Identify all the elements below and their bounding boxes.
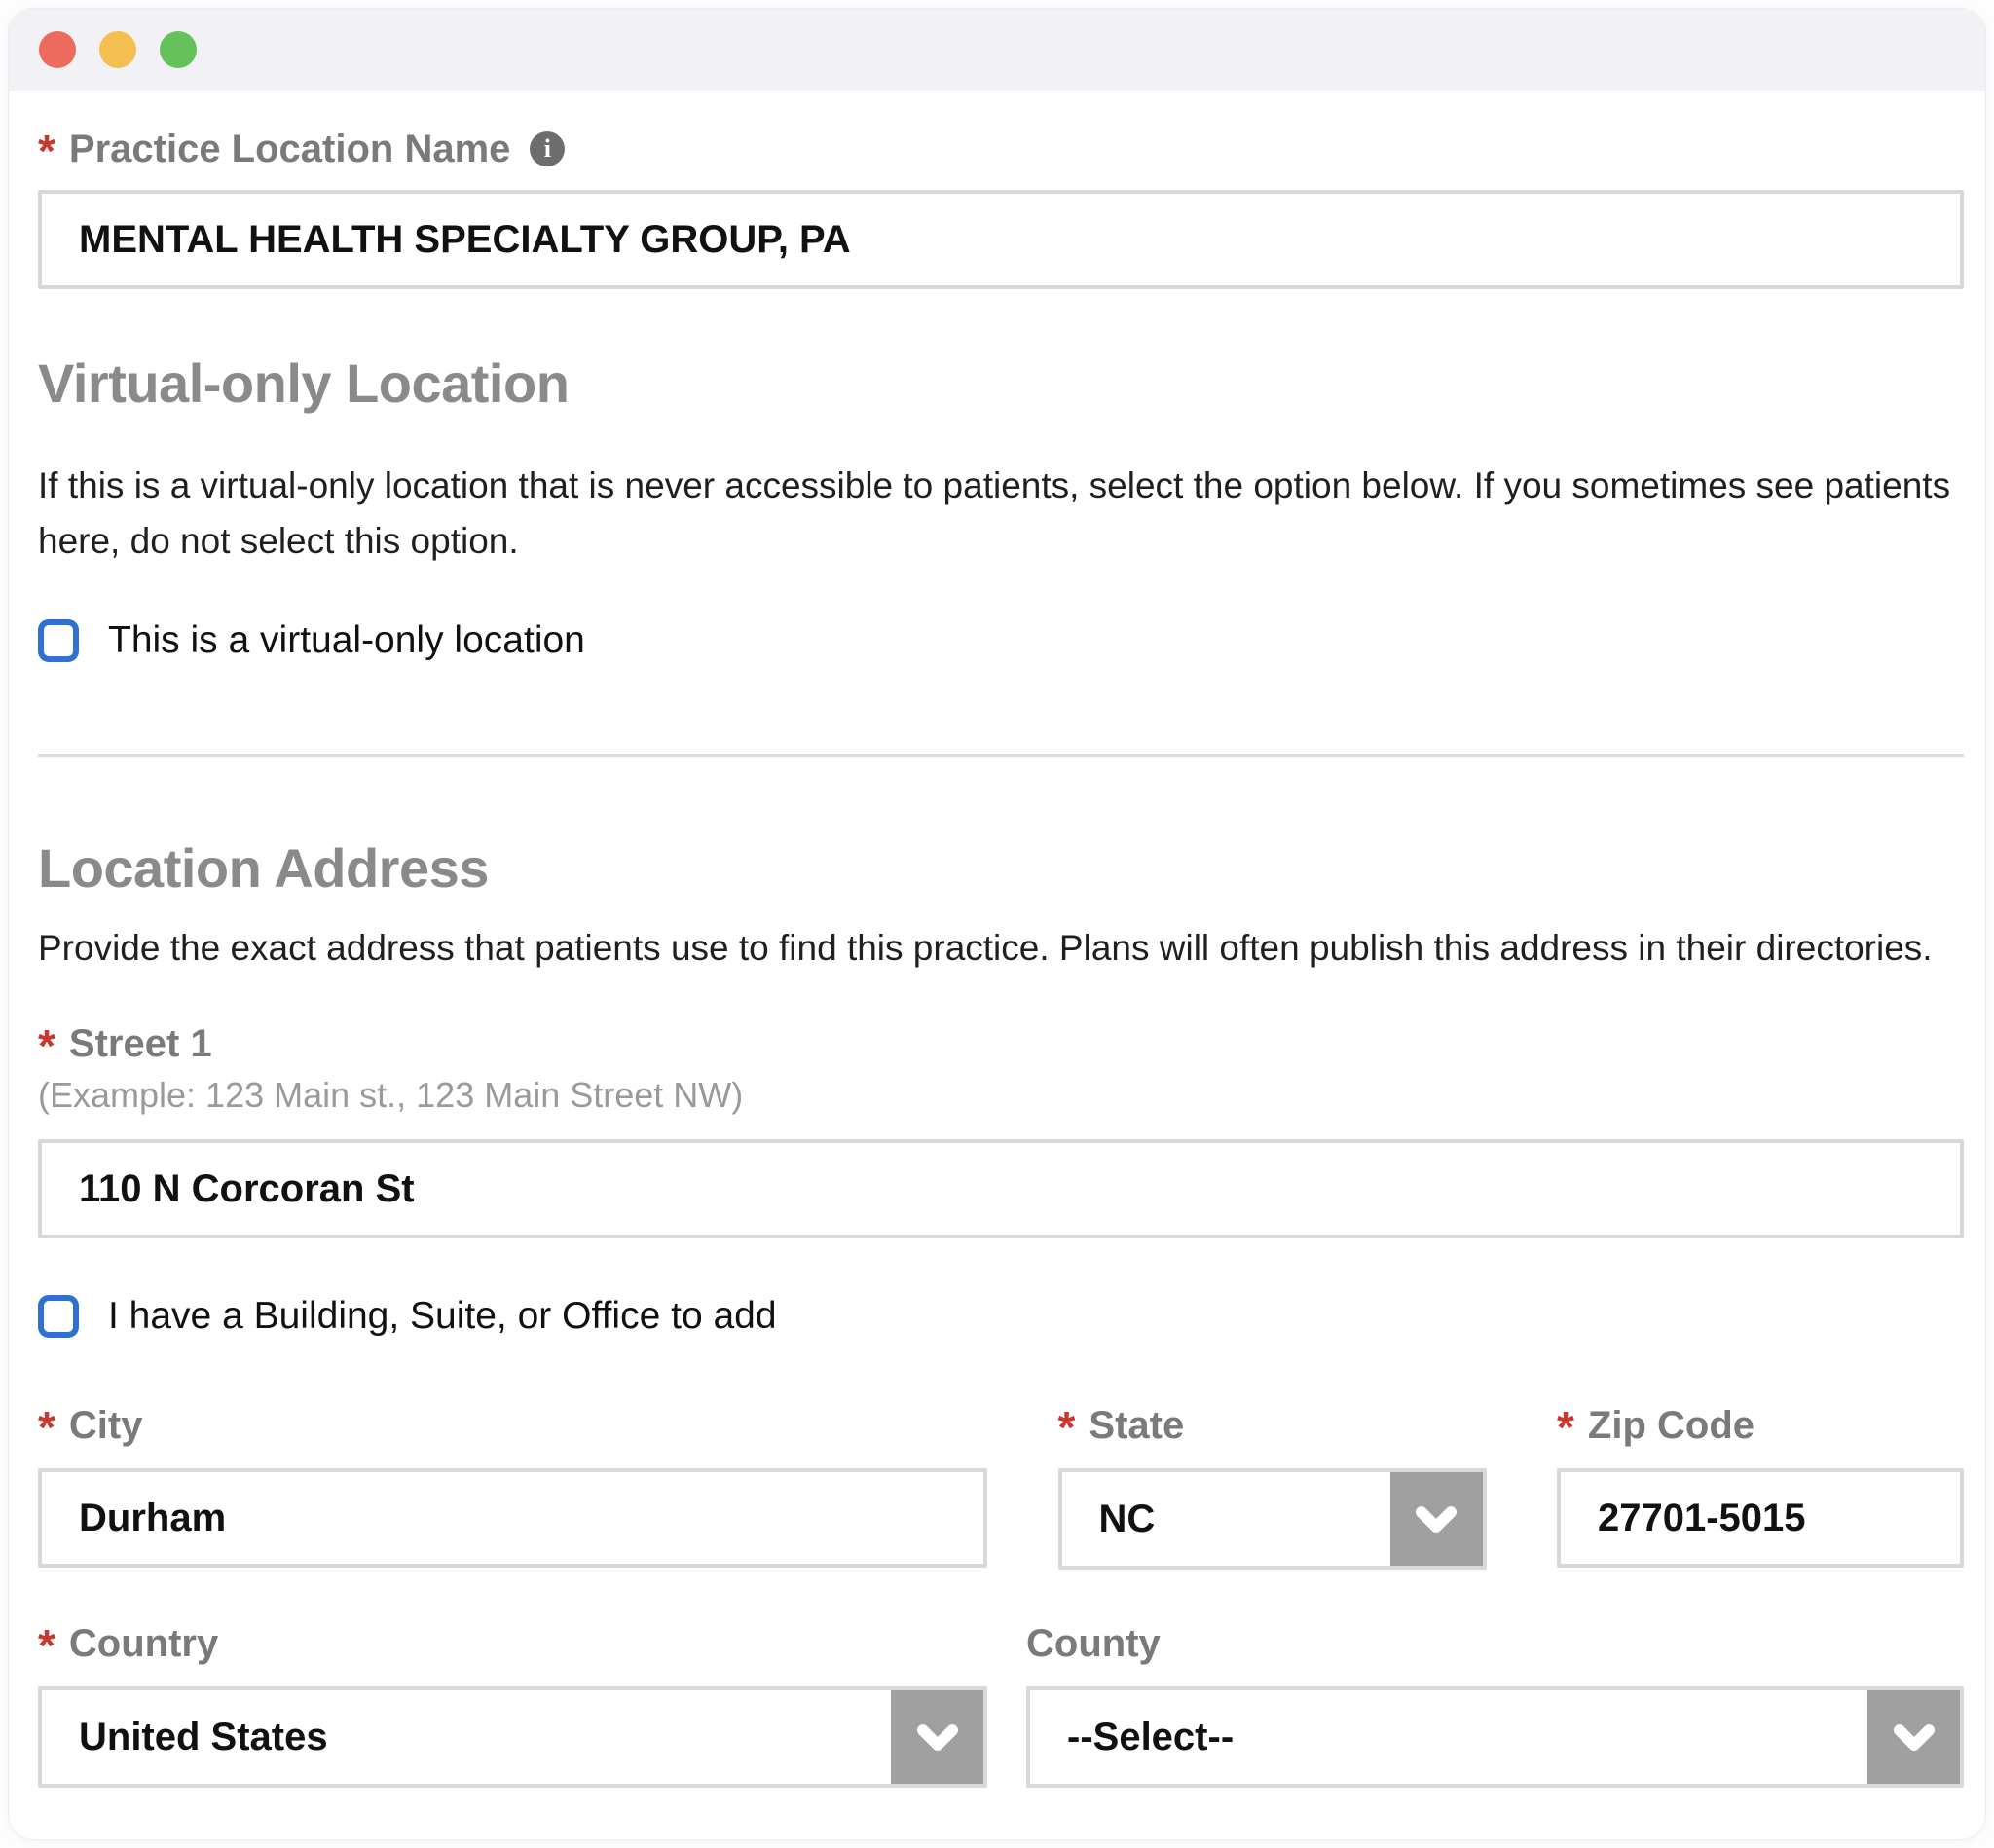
zip-label-row: * Zip Code bbox=[1557, 1402, 1964, 1453]
building-suite-office-checkbox-label: I have a Building, Suite, or Office to a… bbox=[108, 1295, 777, 1337]
street1-hint: (Example: 123 Main st., 123 Main Street … bbox=[38, 1075, 744, 1115]
country-label-row: * Country bbox=[38, 1620, 987, 1671]
close-window-button[interactable] bbox=[39, 31, 76, 68]
state-field: * State NC bbox=[1057, 1402, 1487, 1570]
country-label: Country bbox=[68, 1622, 219, 1665]
country-select[interactable]: United States bbox=[38, 1686, 987, 1788]
required-asterisk: * bbox=[1557, 1402, 1574, 1453]
window-titlebar bbox=[9, 9, 1985, 91]
county-label-row: County bbox=[1026, 1620, 1964, 1667]
county-select[interactable]: --Select-- bbox=[1026, 1686, 1964, 1788]
virtual-only-checkbox[interactable] bbox=[38, 619, 79, 662]
county-label: County bbox=[1026, 1622, 1161, 1665]
required-asterisk: * bbox=[38, 1620, 55, 1671]
city-state-zip-row: * City * State NC * bbox=[38, 1402, 1964, 1570]
virtual-only-checkbox-row: This is a virtual-only location bbox=[38, 619, 1964, 662]
state-label: State bbox=[1089, 1404, 1185, 1447]
country-select-value: United States bbox=[79, 1715, 328, 1758]
practice-name-label: Practice Location Name bbox=[68, 128, 511, 170]
chevron-down-icon bbox=[891, 1690, 983, 1784]
country-field: * Country United States bbox=[38, 1620, 987, 1788]
street1-input[interactable] bbox=[38, 1139, 1964, 1238]
practice-name-label-row: * Practice Location Name i bbox=[38, 126, 1964, 176]
city-field: * City bbox=[38, 1402, 987, 1570]
zip-field: * Zip Code bbox=[1557, 1402, 1964, 1570]
state-select-value: NC bbox=[1098, 1497, 1156, 1540]
required-asterisk: * bbox=[38, 1402, 55, 1453]
state-select[interactable]: NC bbox=[1057, 1468, 1487, 1570]
chevron-down-icon bbox=[1867, 1690, 1960, 1784]
required-asterisk: * bbox=[1057, 1402, 1076, 1453]
zip-label: Zip Code bbox=[1587, 1404, 1754, 1447]
required-asterisk: * bbox=[38, 1020, 55, 1071]
app-window: * Practice Location Name i Virtual-only … bbox=[8, 8, 1986, 1840]
required-asterisk: * bbox=[38, 126, 55, 176]
state-label-row: * State bbox=[1057, 1402, 1487, 1453]
county-select-value: --Select-- bbox=[1067, 1715, 1235, 1758]
form-content: * Practice Location Name i Virtual-only … bbox=[9, 91, 1985, 1788]
zoom-window-button[interactable] bbox=[160, 31, 197, 68]
address-section-heading: Location Address bbox=[38, 837, 489, 899]
city-label-row: * City bbox=[38, 1402, 987, 1453]
virtual-section-heading: Virtual-only Location bbox=[38, 352, 570, 414]
section-divider bbox=[38, 754, 1964, 757]
info-icon[interactable]: i bbox=[530, 131, 566, 166]
country-county-row: * Country United States County --Select-… bbox=[38, 1620, 1964, 1788]
chevron-down-icon bbox=[1389, 1472, 1483, 1566]
city-input[interactable] bbox=[38, 1468, 987, 1568]
virtual-only-checkbox-label: This is a virtual-only location bbox=[108, 619, 585, 661]
street1-label-row: * Street 1 bbox=[38, 1020, 1964, 1071]
building-checkbox-row: I have a Building, Suite, or Office to a… bbox=[38, 1295, 1964, 1338]
city-label: City bbox=[68, 1404, 143, 1447]
virtual-section-description: If this is a virtual-only location that … bbox=[38, 465, 1951, 561]
county-field: County --Select-- bbox=[1026, 1620, 1964, 1788]
zip-input[interactable] bbox=[1557, 1468, 1964, 1568]
building-suite-office-checkbox[interactable] bbox=[38, 1295, 79, 1338]
practice-name-input[interactable] bbox=[38, 190, 1964, 289]
street1-label: Street 1 bbox=[68, 1022, 212, 1065]
address-section-description: Provide the exact address that patients … bbox=[38, 928, 1933, 968]
minimize-window-button[interactable] bbox=[99, 31, 136, 68]
